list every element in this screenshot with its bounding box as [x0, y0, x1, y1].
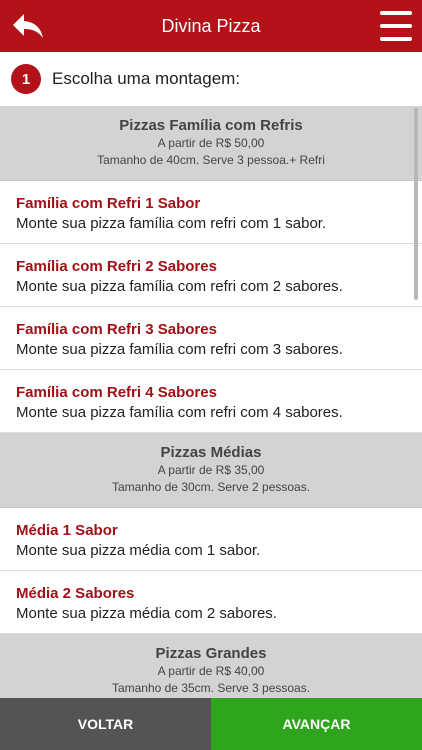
- top-bar: Divina Pizza: [0, 0, 422, 52]
- scrollbar[interactable]: [414, 108, 418, 300]
- list-item[interactable]: Média 2 Sabores Monte sua pizza média co…: [0, 571, 422, 634]
- group-price: A partir de R$ 35,00: [157, 463, 265, 477]
- item-title: Família com Refri 4 Sabores: [16, 384, 217, 401]
- group-info: Tamanho de 30cm. Serve 2 pessoas.: [111, 480, 311, 494]
- group-price: A partir de R$ 40,00: [157, 664, 265, 678]
- hamburger-menu-icon: [380, 11, 412, 15]
- back-button[interactable]: [8, 8, 48, 44]
- group-title: Pizzas Médias: [160, 444, 262, 461]
- item-description: Monte sua pizza média com 2 sabores.: [16, 605, 277, 622]
- group-title: Pizzas Família com Refris: [119, 117, 303, 134]
- list-item[interactable]: Família com Refri 4 Sabores Monte sua pi…: [0, 370, 422, 433]
- step-row: 1 Escolha uma montagem:: [0, 52, 422, 106]
- group-header: Pizzas Grandes A partir de R$ 40,00 Tama…: [0, 634, 422, 698]
- step-number-badge: 1: [11, 64, 41, 94]
- item-description: Monte sua pizza média com 1 sabor.: [16, 542, 261, 559]
- item-description: Monte sua pizza família com refri com 4 …: [16, 404, 343, 421]
- item-description: Monte sua pizza família com refri com 1 …: [16, 215, 327, 232]
- group-info: Tamanho de 40cm. Serve 3 pessoa.+ Refri: [97, 153, 325, 167]
- item-title: Família com Refri 1 Sabor: [16, 195, 201, 212]
- bottom-bar: VOLTAR AVANÇAR: [0, 698, 422, 750]
- item-title: Família com Refri 3 Sabores: [16, 321, 217, 338]
- avancar-button[interactable]: AVANÇAR: [211, 698, 422, 750]
- reply-arrow-icon: [13, 14, 43, 38]
- list-item[interactable]: Média 1 Sabor Monte sua pizza média com …: [0, 508, 422, 571]
- group-header: Pizzas Médias A partir de R$ 35,00 Taman…: [0, 433, 422, 508]
- step-label: Escolha uma montagem:: [52, 69, 241, 88]
- menu-button[interactable]: [378, 9, 414, 43]
- group-header: Pizzas Família com Refris A partir de R$…: [0, 106, 422, 181]
- group-title: Pizzas Grandes: [155, 645, 267, 662]
- item-description: Monte sua pizza família com refri com 2 …: [16, 278, 343, 295]
- item-title: Média 1 Sabor: [16, 522, 118, 539]
- item-title: Média 2 Sabores: [16, 585, 135, 602]
- app-title: Divina Pizza: [161, 15, 261, 36]
- list-item[interactable]: Família com Refri 2 Sabores Monte sua pi…: [0, 244, 422, 307]
- list-item[interactable]: Família com Refri 3 Sabores Monte sua pi…: [0, 307, 422, 370]
- voltar-button[interactable]: VOLTAR: [0, 698, 211, 750]
- item-description: Monte sua pizza família com refri com 3 …: [16, 341, 343, 358]
- list-item[interactable]: Família com Refri 1 Sabor Monte sua pizz…: [0, 181, 422, 244]
- group-price: A partir de R$ 50,00: [157, 136, 265, 150]
- group-info: Tamanho de 35cm. Serve 3 pessoas.: [111, 681, 311, 695]
- item-title: Família com Refri 2 Sabores: [16, 258, 217, 275]
- options-list[interactable]: Pizzas Família com Refris A partir de R$…: [0, 106, 422, 698]
